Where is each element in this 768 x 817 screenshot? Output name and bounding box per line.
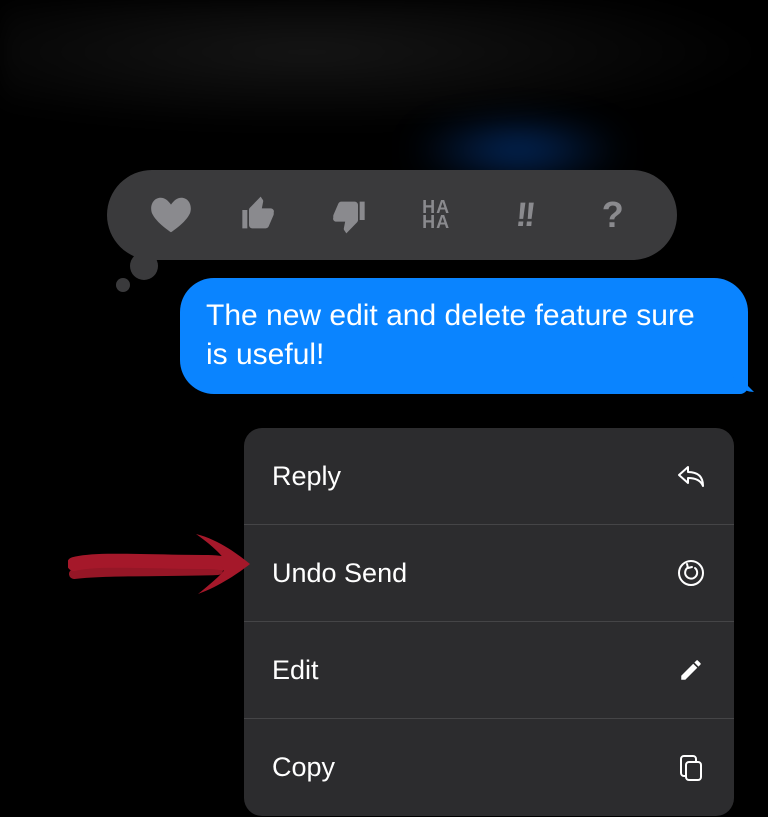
tapback-tail-large (130, 252, 158, 280)
tapback-tail-small (116, 278, 130, 292)
question-icon: ? (602, 194, 624, 236)
tapback-question[interactable]: ? (583, 185, 643, 245)
menu-item-label: Copy (272, 752, 335, 783)
blurred-background-top (0, 0, 768, 130)
thumbs-up-icon (239, 195, 279, 235)
tapback-thumbs-up[interactable] (229, 185, 289, 245)
haha-icon: HA HA (422, 200, 450, 231)
copy-icon (676, 753, 706, 783)
tapback-thumbs-down[interactable] (318, 185, 378, 245)
message-bubble[interactable]: The new edit and delete feature sure is … (180, 278, 748, 394)
context-menu: Reply Undo Send Edit Copy (244, 428, 734, 816)
message-text: The new edit and delete feature sure is … (206, 299, 695, 371)
thumbs-down-icon (328, 195, 368, 235)
haha-bottom: HA (422, 215, 450, 230)
exclaim-icon: !! (514, 196, 535, 235)
menu-item-copy[interactable]: Copy (244, 719, 734, 816)
tapback-haha[interactable]: HA HA (406, 185, 466, 245)
tapback-heart[interactable] (141, 185, 201, 245)
annotation-arrow (68, 520, 258, 600)
menu-item-label: Undo Send (272, 558, 407, 589)
tapback-bar: HA HA !! ? (107, 170, 677, 260)
pencil-icon (676, 655, 706, 685)
menu-item-label: Reply (272, 461, 341, 492)
menu-item-label: Edit (272, 655, 319, 686)
reply-icon (676, 461, 706, 491)
menu-item-undo-send[interactable]: Undo Send (244, 525, 734, 622)
tapback-exclaim[interactable]: !! (494, 185, 554, 245)
heart-icon (150, 196, 192, 234)
undo-icon (676, 558, 706, 588)
menu-item-reply[interactable]: Reply (244, 428, 734, 525)
menu-item-edit[interactable]: Edit (244, 622, 734, 719)
